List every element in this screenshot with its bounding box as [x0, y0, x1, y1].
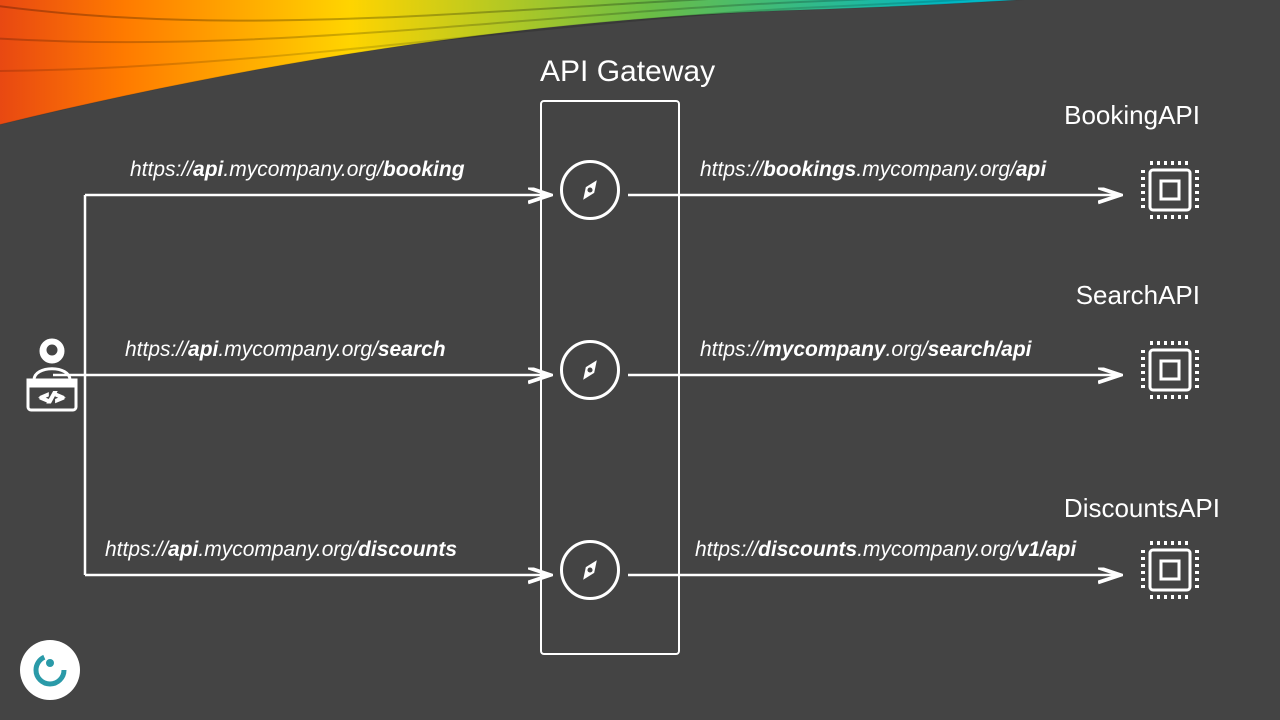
- booking-api-label: BookingAPI: [1064, 100, 1200, 131]
- discounts-api-label: DiscountsAPI: [1064, 493, 1220, 524]
- compass-icon: [560, 540, 620, 600]
- developer-icon: </>: [22, 335, 82, 415]
- discounts-gateway-url: https://api.mycompany.org/discounts: [105, 538, 457, 562]
- booking-backend-url: https://bookings.mycompany.org/api: [700, 158, 1046, 182]
- booking-gateway-url: https://api.mycompany.org/booking: [130, 158, 465, 182]
- discounts-backend-url: https://discounts.mycompany.org/v1/api: [695, 538, 1076, 562]
- search-api-label: SearchAPI: [1076, 280, 1200, 311]
- gateway-title: API Gateway: [540, 55, 715, 89]
- compass-icon: [560, 160, 620, 220]
- svg-text:</>: </>: [40, 391, 64, 406]
- brand-logo-icon: [20, 640, 80, 700]
- chip-icon: [1135, 535, 1205, 605]
- compass-icon: [560, 340, 620, 400]
- chip-icon: [1135, 335, 1205, 405]
- search-backend-url: https://mycompany.org/search/api: [700, 338, 1032, 362]
- chip-icon: [1135, 155, 1205, 225]
- search-gateway-url: https://api.mycompany.org/search: [125, 338, 446, 362]
